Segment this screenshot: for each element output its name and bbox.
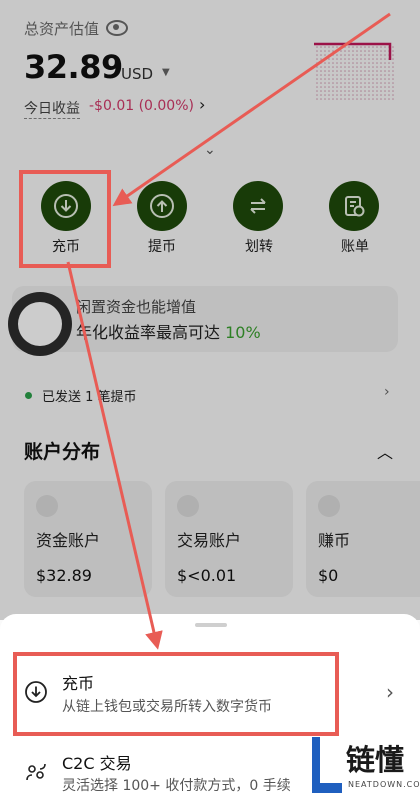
watermark-subtext: NEATDOWN.COM bbox=[348, 780, 420, 789]
annotation-arrows bbox=[66, 12, 391, 650]
watermark-logo bbox=[312, 737, 342, 793]
watermark-text: 链懂 bbox=[346, 743, 405, 777]
asset-page: 总资产估值 32.89 USD ▼ 今日收益 -$0.01 (0.00%) › … bbox=[0, 0, 420, 799]
